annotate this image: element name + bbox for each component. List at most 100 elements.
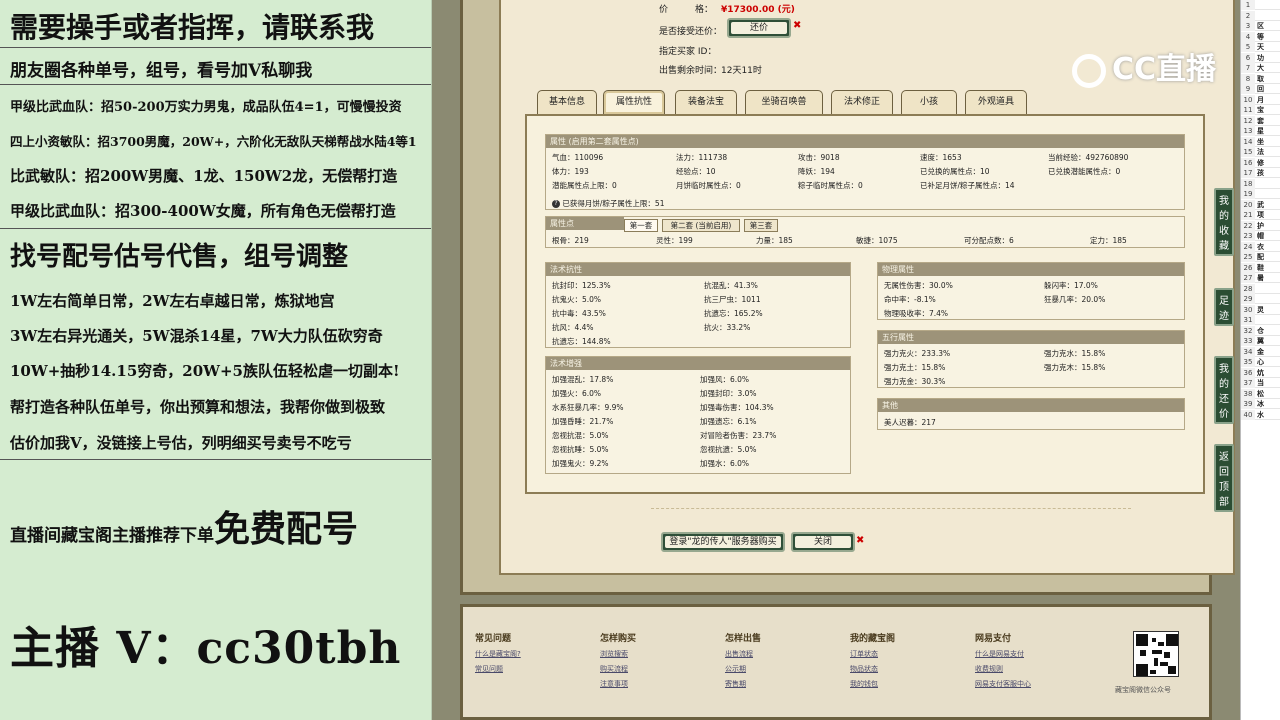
enhance-value: 加强鬼火：9.2% [552, 459, 609, 468]
sheet-cell: 炕 [1257, 368, 1264, 377]
sheet-row-number: 17 [1241, 168, 1255, 178]
sheet-row: 20 武 [1241, 199, 1280, 210]
footer-link[interactable]: 浏览搜索 [600, 649, 628, 659]
sheet-row-number: 30 [1241, 304, 1255, 315]
sheet-cell: 衣 [1257, 242, 1264, 251]
sheet-row-number: 23 [1241, 231, 1255, 241]
attribute-value: 体力：193 [552, 167, 589, 176]
sheet-row: 12 套 [1241, 115, 1280, 126]
footer-link[interactable]: 网易支付客服中心 [975, 679, 1031, 689]
price-row: 价 格： ¥17300.00 (元) [659, 5, 795, 15]
footer-link[interactable]: 寄售期 [725, 679, 746, 689]
footer-link[interactable]: 出售流程 [725, 649, 753, 659]
overlay-recommend: 直播间藏宝阁主播推荐下单免费配号 [10, 500, 358, 552]
sheet-row-number: 40 [1241, 409, 1255, 420]
five-value: 强力克水：15.8% [1044, 349, 1106, 358]
my-bargain-button[interactable]: 我的还价 [1214, 356, 1234, 424]
footer-link[interactable]: 订单状态 [850, 649, 878, 659]
enhance-value: 对冒险者伤害：23.7% [700, 431, 777, 440]
footer-col-title: 我的藏宝阁 [850, 634, 896, 644]
footer-link[interactable]: 物品状态 [850, 664, 878, 674]
help-icon: ? [552, 200, 560, 208]
tab-2[interactable]: 装备法宝 [675, 90, 737, 114]
enhance-value: 忽视抗遗：5.0% [700, 445, 757, 454]
sheet-row-number: 18 [1241, 178, 1255, 189]
footer-link[interactable]: 购买流程 [600, 664, 628, 674]
sheet-cell: 回 [1257, 85, 1264, 93]
sheet-cell: 取 [1257, 74, 1264, 83]
points-subtab-1[interactable]: 第一套 [624, 219, 658, 232]
tab-5[interactable]: 小孩 [901, 90, 957, 114]
tab-4[interactable]: 法术修正 [831, 90, 893, 114]
server-buy-button[interactable]: 登录"龙的传人"服务器购买 [661, 532, 785, 552]
back-to-top-button[interactable]: 返回顶部 [1214, 444, 1234, 512]
attribute-value: 法力：111738 [676, 153, 728, 162]
sheet-row-number: 33 [1241, 336, 1255, 346]
enhance-value: 加强风：6.0% [700, 375, 750, 384]
sheet-row: 2 [1241, 10, 1280, 21]
sheet-cell: 天 [1257, 43, 1264, 51]
tab-1[interactable]: 属性抗性 [603, 90, 665, 114]
point-value: 定力：185 [1090, 236, 1127, 245]
sheet-row: 6功 [1241, 52, 1280, 63]
tab-0[interactable]: 基本信息 [537, 90, 597, 114]
resist-value: 抗风：4.4% [552, 323, 594, 332]
sheet-cell: 仓 [1257, 326, 1264, 335]
qr-caption: 藏宝阁微信公众号 [1115, 686, 1171, 694]
footer-link[interactable]: 公示期 [725, 664, 746, 674]
my-favorites-button[interactable]: 我的收藏 [1214, 188, 1234, 256]
sheet-row: 1 [1241, 0, 1280, 10]
resist-value: 抗遗忘：165.2% [704, 309, 763, 318]
footer-link[interactable]: 常见问题 [475, 664, 503, 674]
footprint-button[interactable]: 足迹 [1214, 288, 1234, 326]
five-value: 强力克金：30.3% [884, 377, 946, 386]
sheet-cell: 水 [1257, 410, 1264, 419]
close-button[interactable]: 关闭 [791, 532, 855, 552]
sheet-row-number: 36 [1241, 367, 1255, 378]
sheet-row-number: 7 [1241, 63, 1255, 73]
tab-6[interactable]: 外观道具 [965, 90, 1027, 114]
attribute-value: 降妖：194 [798, 167, 835, 176]
qr-code-icon [1133, 631, 1179, 677]
footer-link[interactable]: 注意事项 [600, 679, 628, 689]
sheet-cell: 灵 [1257, 305, 1264, 314]
sheet-row-number: 24 [1241, 241, 1255, 252]
footer-link[interactable]: 收费规则 [975, 664, 1003, 674]
footer-link[interactable]: 什么是藏宝阁? [475, 649, 521, 659]
attribute-value: 月饼临时属性点：0 [676, 181, 741, 190]
sheet-row: 38 松 [1241, 388, 1280, 399]
overlay-line: 1W左右简单日常，2W左右卓越日常，炼狱地宫 [10, 292, 335, 310]
sheet-row-number: 29 [1241, 294, 1255, 304]
sheet-row: 27 暑 [1241, 273, 1280, 283]
attribute-value: 已兑换的属性点：10 [920, 167, 990, 176]
sheet-row-number: 11 [1241, 105, 1255, 115]
resist-header: 法术抗性 [546, 263, 850, 276]
enhance-value: 加强水：6.0% [700, 459, 750, 468]
sheet-row: 35 心 [1241, 357, 1280, 367]
sheet-row: 31 [1241, 315, 1280, 325]
points-subtab-3[interactable]: 第三套 [744, 219, 778, 232]
sheet-cell: 修 [1257, 158, 1264, 167]
footer-link[interactable]: 什么是网易支付 [975, 649, 1024, 659]
attribute-value: 已补足月饼/粽子属性点：14 [920, 181, 1015, 190]
overlay-line: 直播间藏宝阁主播推荐下单 [10, 526, 214, 546]
footer-link[interactable]: 我的钱包 [850, 679, 878, 689]
sheet-row-number: 10 [1241, 94, 1255, 105]
time-value: 12天11时 [721, 66, 762, 76]
sheet-row: 18 [1241, 178, 1280, 189]
points-subtab-2[interactable]: 第二套 (当前启用) [662, 219, 740, 232]
physical-box: 物理属性 无属性伤害：30.0% 躲闪率：17.0% 命中率：-8.1% 狂暴几率：2… [877, 262, 1185, 320]
sheet-row: 33 翼 [1241, 336, 1280, 346]
sheet-cell: 当 [1257, 379, 1264, 387]
sheet-row-number: 38 [1241, 388, 1255, 399]
tab-3[interactable]: 坐骑召唤兽 [745, 90, 823, 114]
sheet-cell: 心 [1257, 358, 1264, 366]
sheet-row-number: 2 [1241, 10, 1255, 21]
bargain-button[interactable]: 还价 [727, 18, 791, 38]
enhance-value: 加强封印：3.0% [700, 389, 757, 398]
sheet-row-number: 15 [1241, 147, 1255, 157]
sheet-row: 9回 [1241, 84, 1280, 94]
sheet-row: 7大 [1241, 63, 1280, 73]
sheet-cell: 大 [1257, 64, 1264, 72]
sheet-row-number: 13 [1241, 126, 1255, 136]
